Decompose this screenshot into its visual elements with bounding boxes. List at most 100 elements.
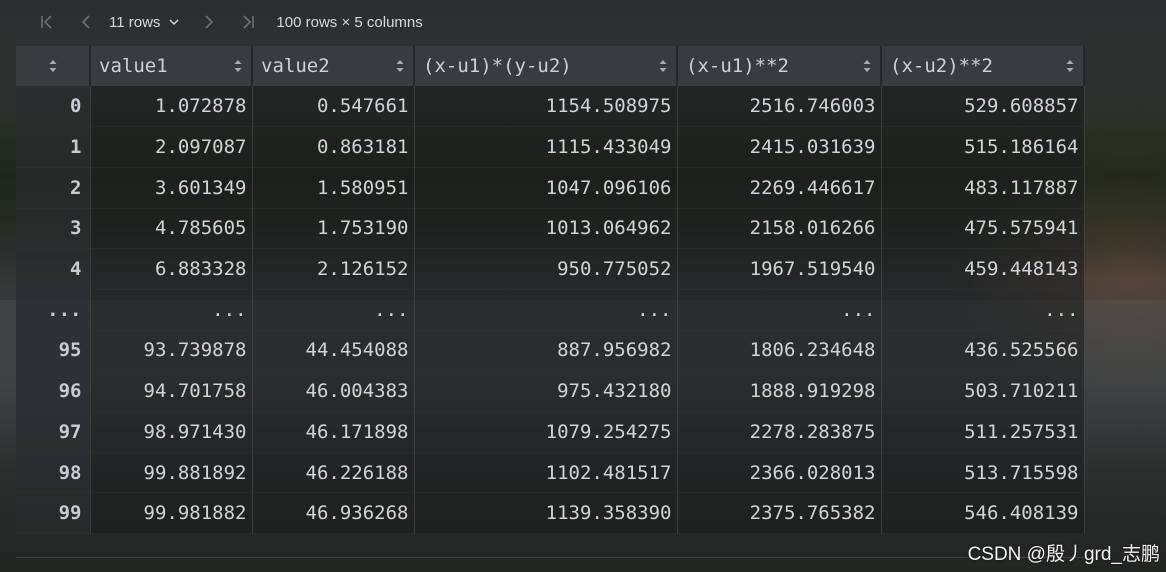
table-cell: 2278.283875	[677, 411, 882, 453]
last-page-button[interactable]	[228, 0, 268, 44]
table-row: 4 6.883328 2.126152 950.775052 1967.5195…	[16, 248, 1085, 290]
watermark: CSDN @殷丿grd_志鹏	[967, 544, 1160, 565]
table-cell: 513.715598	[881, 452, 1085, 494]
table-cell: 46.171898	[252, 411, 415, 453]
table-cell: 2415.031639	[677, 126, 882, 168]
rows-per-page-label: 11 rows	[109, 13, 161, 31]
table-row: 3 4.785605 1.753190 1013.064962 2158.016…	[16, 208, 1085, 250]
first-page-icon	[41, 15, 52, 29]
row-index: 4	[16, 248, 91, 290]
table-cell: 44.454088	[252, 330, 415, 372]
column-header-label: (x-u1)**2	[686, 55, 789, 77]
prev-page-icon	[81, 15, 90, 29]
chevron-down-icon	[169, 19, 179, 26]
table-toolbar: 11 rows 100 rows × 5 columns	[0, 0, 1166, 44]
sort-icon	[1066, 60, 1074, 72]
table-shape-info: 100 rows × 5 columns	[276, 13, 423, 31]
table-cell: 2375.765382	[677, 492, 882, 535]
table-cell: ...	[90, 289, 253, 331]
table-cell: 2516.746003	[677, 86, 882, 128]
table-cell: 511.257531	[881, 411, 1085, 453]
table-cell: 98.971430	[90, 411, 253, 453]
row-index: 0	[16, 86, 91, 128]
table-cell: 94.701758	[90, 370, 253, 412]
dataframe-table: value1 value2 (x-u1)*(y-u2) (x-u1)**2 (x…	[16, 46, 1085, 535]
table-cell: 2366.028013	[677, 452, 882, 494]
table-cell: 975.432180	[414, 370, 678, 412]
table-cell: 1079.254275	[414, 411, 678, 453]
table-cell: ...	[881, 289, 1085, 331]
table-bottom-divider	[16, 557, 1086, 558]
sort-icon	[863, 60, 871, 72]
table-cell: 475.575941	[881, 208, 1085, 250]
dataframe-table-container: value1 value2 (x-u1)*(y-u2) (x-u1)**2 (x…	[16, 46, 1085, 535]
table-cell: 503.710211	[881, 370, 1085, 412]
table-cell: 99.881892	[90, 452, 253, 494]
table-cell: 2.126152	[252, 248, 415, 290]
row-index: ...	[16, 289, 91, 331]
next-page-button[interactable]	[188, 0, 228, 44]
row-index: 1	[16, 126, 91, 168]
table-cell: 3.601349	[90, 167, 253, 209]
table-cell: 0.547661	[252, 86, 415, 128]
table-row: 0 1.072878 0.547661 1154.508975 2516.746…	[16, 86, 1085, 128]
prev-page-button[interactable]	[67, 0, 107, 44]
table-cell: 950.775052	[414, 248, 678, 290]
sort-icon	[659, 60, 667, 72]
table-cell: 529.608857	[881, 86, 1085, 128]
rows-per-page-select[interactable]: 11 rows	[109, 14, 180, 31]
table-row-ellipsis: ... ... ... ... ... ...	[16, 289, 1085, 331]
table-cell: 459.448143	[881, 248, 1085, 290]
table-row: 95 93.739878 44.454088 887.956982 1806.2…	[16, 330, 1085, 372]
table-row: 99 99.981882 46.936268 1139.358390 2375.…	[16, 492, 1085, 535]
column-header-x-u1-squared[interactable]: (x-u1)**2	[677, 46, 882, 86]
table-body: 0 1.072878 0.547661 1154.508975 2516.746…	[16, 86, 1085, 535]
table-cell: ...	[252, 289, 415, 331]
table-row: 2 3.601349 1.580951 1047.096106 2269.446…	[16, 167, 1085, 209]
table-cell: 1.580951	[252, 167, 415, 209]
column-header-label: value2	[261, 55, 330, 77]
sort-icon	[234, 60, 242, 72]
table-cell: 4.785605	[90, 208, 253, 250]
column-header-x-u2-squared[interactable]: (x-u2)**2	[881, 46, 1085, 86]
table-row: 97 98.971430 46.171898 1079.254275 2278.…	[16, 411, 1085, 453]
column-header-value1[interactable]: value1	[90, 46, 253, 86]
table-cell: 1047.096106	[414, 167, 678, 209]
next-page-icon	[205, 15, 214, 29]
table-cell: 2158.016266	[677, 208, 882, 250]
table-cell: 2.097087	[90, 126, 253, 168]
table-cell: ...	[677, 289, 882, 331]
last-page-icon	[243, 15, 255, 29]
table-cell: 93.739878	[90, 330, 253, 372]
column-header-label: (x-u1)*(y-u2)	[423, 55, 572, 77]
row-index: 2	[16, 167, 91, 209]
column-header-label: value1	[99, 55, 168, 77]
table-cell: 515.186164	[881, 126, 1085, 168]
row-index: 97	[16, 411, 91, 453]
table-cell: 1102.481517	[414, 452, 678, 494]
table-row: 98 99.881892 46.226188 1102.481517 2366.…	[16, 452, 1085, 494]
table-cell: 1.072878	[90, 86, 253, 128]
sort-icon	[49, 60, 56, 72]
index-header[interactable]	[16, 46, 91, 86]
table-cell: 1139.358390	[414, 492, 678, 535]
row-index: 96	[16, 370, 91, 412]
table-cell: 46.936268	[252, 492, 415, 535]
table-cell: 46.226188	[252, 452, 415, 494]
column-header-covariance-term[interactable]: (x-u1)*(y-u2)	[414, 46, 678, 86]
table-cell: 6.883328	[90, 248, 253, 290]
table-cell: 1115.433049	[414, 126, 678, 168]
column-header-value2[interactable]: value2	[252, 46, 415, 86]
table-cell: 99.981882	[90, 492, 253, 535]
sort-icon	[396, 60, 404, 72]
table-cell: 1967.519540	[677, 248, 882, 290]
row-index: 99	[16, 492, 91, 535]
table-cell: 546.408139	[881, 492, 1085, 535]
table-cell: 46.004383	[252, 370, 415, 412]
table-row: 1 2.097087 0.863181 1115.433049 2415.031…	[16, 126, 1085, 168]
row-index: 95	[16, 330, 91, 372]
table-cell: 1888.919298	[677, 370, 882, 412]
first-page-button[interactable]	[27, 0, 67, 44]
row-index: 3	[16, 208, 91, 250]
table-cell: ...	[414, 289, 678, 331]
